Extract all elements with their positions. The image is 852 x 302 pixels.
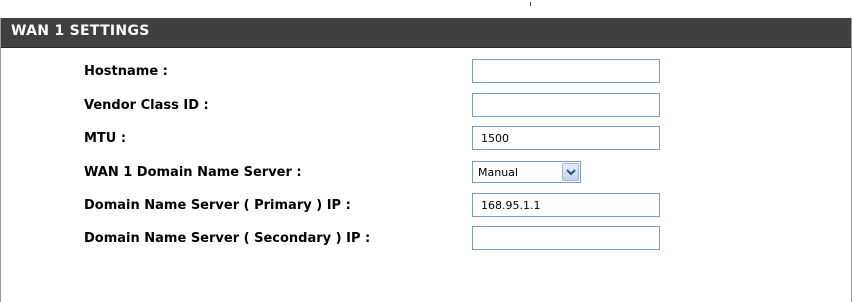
hostname-input[interactable] xyxy=(472,59,660,83)
dns-mode-select[interactable]: Manual xyxy=(472,161,581,183)
mtu-input[interactable] xyxy=(472,126,660,150)
separator-mark xyxy=(530,2,531,6)
mtu-label: MTU : xyxy=(84,131,127,146)
panel-title: WAN 1 SETTINGS xyxy=(11,23,150,39)
dns-secondary-label: Domain Name Server ( Secondary ) IP : xyxy=(84,231,371,246)
panel-header: WAN 1 SETTINGS xyxy=(1,18,851,48)
wan1-settings-panel: WAN 1 SETTINGS Hostname : Vendor Class I… xyxy=(0,18,852,302)
dns-mode-row: WAN 1 Domain Name Server : Manual xyxy=(1,159,851,185)
dns-primary-ip-input[interactable] xyxy=(472,193,660,217)
vendor-class-id-label: Vendor Class ID : xyxy=(84,98,209,113)
dropdown-button[interactable] xyxy=(562,163,579,181)
dns-mode-selected-value: Manual xyxy=(478,166,518,179)
chevron-down-icon xyxy=(566,169,576,176)
vendor-class-id-row: Vendor Class ID : xyxy=(1,92,851,118)
dns-primary-row: Domain Name Server ( Primary ) IP : xyxy=(1,192,851,218)
dns-primary-label: Domain Name Server ( Primary ) IP : xyxy=(84,198,351,213)
dns-secondary-ip-input[interactable] xyxy=(472,226,660,250)
dns-mode-label: WAN 1 Domain Name Server : xyxy=(84,165,302,180)
mtu-row: MTU : xyxy=(1,125,851,151)
top-strip xyxy=(0,0,852,18)
vendor-class-id-input[interactable] xyxy=(472,93,660,117)
hostname-label: Hostname : xyxy=(84,64,168,79)
hostname-row: Hostname : xyxy=(1,58,851,84)
dns-secondary-row: Domain Name Server ( Secondary ) IP : xyxy=(1,225,851,251)
